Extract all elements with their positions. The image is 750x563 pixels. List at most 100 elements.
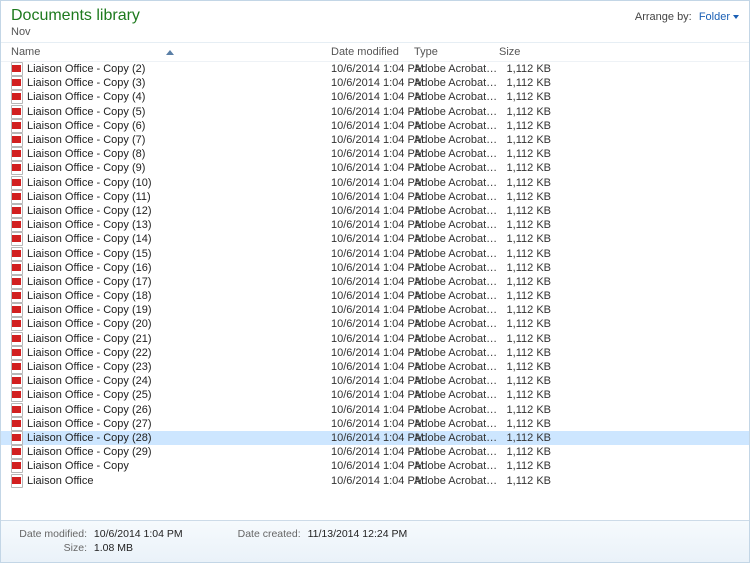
sort-ascending-icon [166,50,174,55]
file-row[interactable]: Liaison Office - Copy (7)10/6/2014 1:04 … [1,133,749,147]
pdf-icon [11,204,23,218]
file-name-label: Liaison Office - Copy (19) [27,304,152,316]
file-name-cell: Liaison Office - Copy (8) [11,147,331,161]
file-row[interactable]: Liaison Office - Copy10/6/2014 1:04 PMAd… [1,459,749,473]
file-date-cell: 10/6/2014 1:04 PM [331,318,414,330]
arrange-by-control[interactable]: Arrange by: Folder [635,11,739,23]
file-row[interactable]: Liaison Office - Copy (28)10/6/2014 1:04… [1,431,749,445]
pdf-icon [11,62,23,76]
detail-date-modified-label: Date modified: [9,527,87,541]
pdf-icon [11,90,23,104]
file-row[interactable]: Liaison Office - Copy (9)10/6/2014 1:04 … [1,161,749,175]
file-row[interactable]: Liaison Office - Copy (25)10/6/2014 1:04… [1,388,749,402]
details-col-1: Date modified: 10/6/2014 1:04 PM Size: 1… [9,527,183,556]
file-row[interactable]: Liaison Office - Copy (6)10/6/2014 1:04 … [1,119,749,133]
file-row[interactable]: Liaison Office - Copy (24)10/6/2014 1:04… [1,374,749,388]
file-size-cell: 1,112 KB [499,191,559,203]
file-row[interactable]: Liaison Office - Copy (5) 10/6/2014 1:04 … [1,105,749,119]
arrange-by-value[interactable]: Folder [699,11,730,23]
file-row[interactable]: Liaison Office - Copy (11)10/6/2014 1:04… [1,190,749,204]
file-name-label: Liaison Office - Copy (29) [27,446,152,458]
file-row[interactable]: Liaison Office - Copy (18)10/6/2014 1:04… [1,289,749,303]
library-header: Documents library Nov Arrange by: Folder [1,1,749,43]
pdf-icon [11,360,23,374]
file-name-cell: Liaison Office - Copy (12) [11,204,331,218]
file-row[interactable]: Liaison Office - Copy (13)10/6/2014 1:04… [1,218,749,232]
file-row[interactable]: Liaison Office - Copy (27)10/6/2014 1:04… [1,417,749,431]
file-size-cell: 1,112 KB [499,162,559,174]
file-date-cell: 10/6/2014 1:04 PM [331,106,414,118]
file-type-cell: Adobe Acrobat D... [414,432,499,444]
file-date-cell: 10/6/2014 1:04 PM [331,233,414,245]
file-name-cell: Liaison Office - Copy (24) [11,374,331,388]
file-row[interactable]: Liaison Office10/6/2014 1:04 PMAdobe Acr… [1,473,749,487]
file-size-cell: 1,112 KB [499,91,559,103]
file-row[interactable]: Liaison Office - Copy (20) 10/6/2014 1:04… [1,317,749,331]
pdf-icon [11,133,23,147]
column-header-date[interactable]: Date modified [331,46,414,58]
file-name-cell: Liaison Office - Copy (25) [11,388,331,402]
file-name-label: Liaison Office - Copy (20) [27,318,152,330]
file-name-label: Liaison Office - Copy (21) [27,333,152,345]
file-row[interactable]: Liaison Office - Copy (2)10/6/2014 1:04 … [1,62,749,76]
file-row[interactable]: Liaison Office - Copy (23)10/6/2014 1:04… [1,360,749,374]
pdf-icon [11,232,23,246]
file-name-label: Liaison Office - Copy (5) [27,106,145,118]
file-name-label: Liaison Office - Copy (10) [27,177,152,189]
file-date-cell: 10/6/2014 1:04 PM [331,91,414,103]
file-size-cell: 1,112 KB [499,290,559,302]
file-date-cell: 10/6/2014 1:04 PM [331,248,414,260]
detail-date-modified-value: 10/6/2014 1:04 PM [94,528,183,540]
file-row[interactable]: Liaison Office - Copy (14) 10/6/2014 1:04… [1,232,749,246]
library-title-block: Documents library Nov [11,7,140,38]
file-type-cell: Adobe Acrobat D... [414,404,499,416]
file-size-cell: 1,112 KB [499,318,559,330]
file-size-cell: 1,112 KB [499,404,559,416]
file-date-cell: 10/6/2014 1:04 PM [331,333,414,345]
file-name-cell: Liaison Office - Copy (23) [11,360,331,374]
file-row[interactable]: Liaison Office - Copy (12)10/6/2014 1:04… [1,204,749,218]
file-row[interactable]: Liaison Office - Copy (3)10/6/2014 1:04 … [1,76,749,90]
file-row[interactable]: Liaison Office - Copy (17)10/6/2014 1:04… [1,275,749,289]
file-row[interactable]: Liaison Office - Copy (29)10/6/2014 1:04… [1,445,749,459]
pdf-icon [11,105,23,119]
column-header-size[interactable]: Size [499,46,559,58]
file-type-cell: Adobe Acrobat D... [414,347,499,359]
file-row[interactable]: Liaison Office - Copy (15)10/6/2014 1:04… [1,246,749,260]
pdf-icon [11,459,23,473]
pdf-icon [11,332,23,346]
file-row[interactable]: Liaison Office - Copy (19)10/6/2014 1:04… [1,303,749,317]
file-row[interactable]: Liaison Office - Copy (10)10/6/2014 1:04… [1,176,749,190]
file-type-cell: Adobe Acrobat D... [414,304,499,316]
file-row[interactable]: Liaison Office - Copy (26)10/6/2014 1:04… [1,403,749,417]
file-size-cell: 1,112 KB [499,361,559,373]
pdf-icon [11,218,23,232]
file-size-cell: 1,112 KB [499,177,559,189]
file-row[interactable]: Liaison Office - Copy (8)10/6/2014 1:04 … [1,147,749,161]
file-name-label: Liaison Office - Copy (14) [27,233,152,245]
file-size-cell: 1,112 KB [499,148,559,160]
library-title: Documents library [11,7,140,25]
column-header-name[interactable]: Name [11,46,331,58]
file-name-cell: Liaison Office - Copy (10) [11,176,331,190]
file-size-cell: 1,112 KB [499,389,559,401]
column-header-type[interactable]: Type [414,46,499,58]
file-type-cell: Adobe Acrobat D... [414,134,499,146]
file-name-label: Liaison Office - Copy (24) [27,375,152,387]
file-date-cell: 10/6/2014 1:04 PM [331,460,414,472]
detail-date-created-label: Date created: [223,527,301,541]
file-name-label: Liaison Office - Copy (18) [27,290,152,302]
file-size-cell: 1,112 KB [499,233,559,245]
file-row[interactable]: Liaison Office - Copy (4)10/6/2014 1:04 … [1,90,749,104]
file-row[interactable]: Liaison Office - Copy (22)10/6/2014 1:04… [1,346,749,360]
file-size-cell: 1,112 KB [499,120,559,132]
file-date-cell: 10/6/2014 1:04 PM [331,432,414,444]
file-row[interactable]: Liaison Office - Copy (16)10/6/2014 1:04… [1,261,749,275]
file-type-cell: Adobe Acrobat D... [414,148,499,160]
file-date-cell: 10/6/2014 1:04 PM [331,120,414,132]
file-name-label: Liaison Office - Copy (13) [27,219,152,231]
pdf-icon [11,317,23,331]
pdf-icon [11,445,23,459]
file-row[interactable]: Liaison Office - Copy (21) 10/6/2014 1:04… [1,332,749,346]
file-type-cell: Adobe Acrobat D... [414,233,499,245]
